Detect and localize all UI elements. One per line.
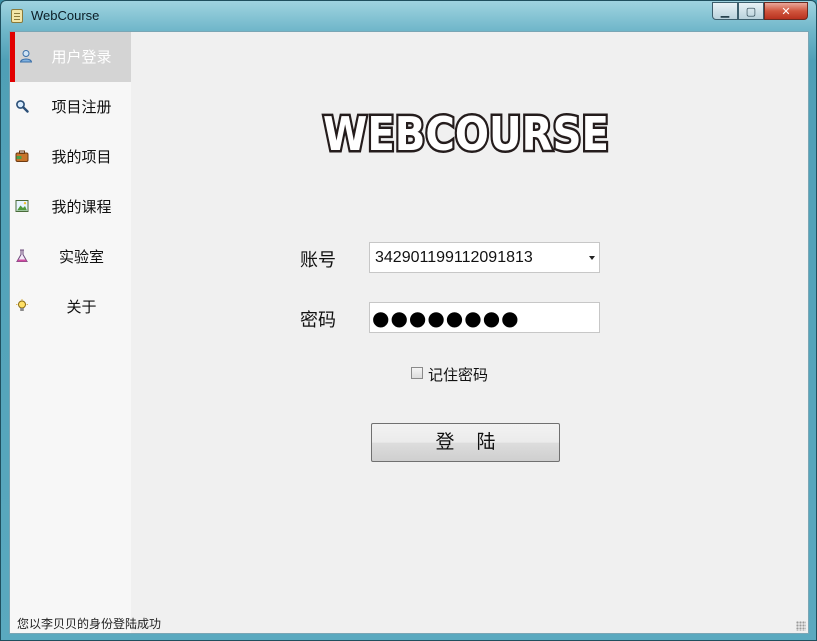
window-title: WebCourse — [31, 8, 100, 23]
sidebar-item-label: 项目注册 — [51, 98, 112, 116]
window-content: 用户登录 项目注册 我的项目 我的课程 实验室 关于 WEBCOURSE 账号 … — [9, 31, 809, 634]
sidebar-item-label: 我的项目 — [51, 148, 112, 166]
maximize-button[interactable]: ▢ — [738, 2, 764, 20]
dropdown-arrow-icon[interactable] — [589, 256, 595, 260]
status-message: 您以李贝贝的身份登陆成功 — [17, 617, 162, 631]
window-controls: ▁ ▢ ✕ — [712, 2, 808, 22]
password-field[interactable]: ●●●●●●●● — [369, 302, 600, 333]
briefcase-icon — [15, 150, 29, 162]
picture-icon — [15, 200, 29, 212]
account-value: 342901199112091813 — [375, 249, 533, 266]
sidebar-item-label: 实验室 — [58, 248, 104, 266]
sidebar-item-my-projects[interactable]: 我的项目 — [10, 132, 131, 182]
sidebar-item-about[interactable]: 关于 — [10, 282, 131, 332]
close-button[interactable]: ✕ — [764, 2, 808, 20]
minimize-button[interactable]: ▁ — [712, 2, 738, 20]
logo-wordmark: WEBCOURSE — [323, 107, 609, 160]
user-icon — [19, 50, 33, 63]
remember-password-checkbox[interactable] — [411, 367, 423, 379]
app-window: WebCourse ▁ ▢ ✕ 用户登录 项目注册 我的项目 我的课程 实验室 … — [0, 0, 817, 641]
sidebar-item-register[interactable]: 项目注册 — [10, 82, 131, 132]
sidebar-item-my-courses[interactable]: 我的课程 — [10, 182, 131, 232]
account-label: 账号 — [300, 250, 336, 271]
webcourse-logo: WEBCOURSE — [321, 105, 612, 161]
password-mask: ●●●●●●●● — [372, 306, 520, 330]
sidebar-item-label: 我的课程 — [51, 198, 112, 216]
account-combobox[interactable]: 342901199112091813 — [369, 242, 600, 273]
title-bar[interactable]: WebCourse ▁ ▢ ✕ — [1, 1, 816, 31]
sidebar-item-lab[interactable]: 实验室 — [10, 232, 131, 282]
sidebar-item-label: 用户登录 — [51, 48, 112, 66]
resize-grip-icon[interactable] — [796, 621, 806, 631]
flask-icon — [16, 249, 28, 262]
remember-password-label[interactable]: 记住密码 — [428, 364, 488, 385]
search-icon — [16, 100, 29, 113]
password-label: 密码 — [300, 310, 336, 331]
sidebar-item-label: 关于 — [66, 298, 97, 316]
lightbulb-icon — [16, 299, 28, 311]
sidebar-item-login[interactable]: 用户登录 — [10, 32, 131, 82]
sidebar: 用户登录 项目注册 我的项目 我的课程 实验室 关于 — [10, 32, 131, 633]
login-button[interactable]: 登 陆 — [371, 423, 560, 462]
app-icon — [11, 9, 23, 23]
